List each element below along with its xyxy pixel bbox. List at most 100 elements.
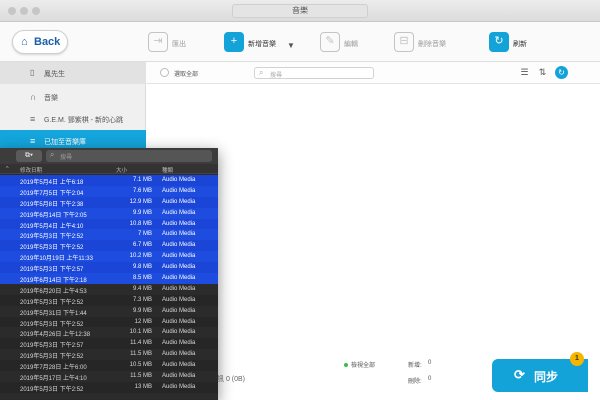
file-kind: Audio Media bbox=[162, 307, 196, 314]
added-value: 0 bbox=[428, 360, 432, 366]
back-button[interactable]: ⌂ Back bbox=[12, 30, 68, 54]
title-bar: 音樂 bbox=[0, 0, 600, 22]
sidebar-item-playlist-gem[interactable]: ≡ G.E.M. 鄧紫棋 - 新的心跳 bbox=[0, 108, 146, 130]
file-date: 2019年5月3日 下午2:52 bbox=[20, 386, 84, 393]
file-row[interactable]: 2019年5月3日 下午2:52 11.5 MB Audio Media bbox=[0, 349, 218, 360]
file-size: 12.9 MB bbox=[129, 198, 152, 205]
column-date[interactable]: 修改日期 bbox=[20, 166, 42, 174]
column-size[interactable]: 大小 bbox=[116, 166, 127, 174]
file-size: 7.6 MB bbox=[132, 187, 152, 194]
add-music-label: 新增音樂 bbox=[248, 41, 276, 48]
delete-label: 刪除音樂 bbox=[418, 41, 446, 48]
file-row[interactable]: 2019年7月28日 上午6:00 10.5 MB Audio Media bbox=[0, 360, 218, 371]
file-date: 2019年5月3日 下午2:52 bbox=[20, 245, 84, 252]
list-header: 選取全部 ⌕ 搜尋 ☰ ⇅ ↻ bbox=[146, 62, 600, 84]
dropbox-menu-button[interactable]: ⧉▾ bbox=[16, 150, 42, 162]
search-input[interactable]: ⌕ 搜尋 bbox=[254, 67, 374, 79]
file-kind: Audio Media bbox=[162, 198, 196, 205]
file-row[interactable]: 2019年6月14日 下午2:05 9.9 MB Audio Media bbox=[0, 207, 218, 219]
sync-label: 同步 bbox=[534, 370, 559, 384]
sidebar-item-music[interactable]: ∩ 音樂 bbox=[0, 86, 146, 108]
file-size: 10.2 MB bbox=[129, 253, 152, 260]
file-kind: Audio Media bbox=[162, 231, 196, 238]
column-kind[interactable]: 種類 bbox=[162, 166, 173, 174]
file-date: 2019年7月28日 上午6:00 bbox=[20, 365, 87, 372]
select-all-checkbox[interactable] bbox=[160, 68, 169, 77]
finder-search-input[interactable]: ⌕ 搜尋 bbox=[46, 150, 212, 162]
sync-status-icon[interactable]: ↻ bbox=[555, 66, 568, 79]
list-view-icon[interactable]: ☰ bbox=[518, 66, 531, 79]
file-date: 2019年6月14日 下午2:05 bbox=[20, 212, 87, 219]
finder-toolbar: ⧉▾ ⌕ 搜尋 bbox=[0, 148, 218, 164]
file-size: 7 MB bbox=[137, 231, 152, 238]
file-date: 2019年5月3日 下午2:52 bbox=[20, 354, 84, 361]
file-date: 2019年5月3日 下午2:57 bbox=[20, 343, 84, 350]
added-status: 新增: bbox=[408, 360, 422, 369]
search-icon: ⌕ bbox=[50, 150, 55, 159]
file-kind: Audio Media bbox=[162, 329, 196, 336]
file-row[interactable]: 2019年5月3日 下午2:52 12 MB Audio Media bbox=[0, 316, 218, 328]
file-kind: Audio Media bbox=[162, 220, 196, 227]
added-label: 新增: bbox=[408, 363, 422, 369]
file-row[interactable]: 2019年5月4日 上午6:18 7.1 MB Audio Media bbox=[0, 175, 218, 186]
window-title: 音樂 bbox=[232, 4, 368, 18]
minimize-window-icon[interactable] bbox=[20, 7, 28, 15]
file-row[interactable]: 2019年5月3日 下午2:52 6.7 MB Audio Media bbox=[0, 240, 218, 251]
file-kind: Audio Media bbox=[162, 285, 196, 292]
file-kind: Audio Media bbox=[162, 242, 196, 249]
file-row[interactable]: 2019年5月8日 下午2:38 12.9 MB Audio Media bbox=[0, 196, 218, 208]
selected-label: 檢視全部 bbox=[351, 363, 376, 369]
file-row[interactable]: 2019年5月3日 下午2:52 7.3 MB Audio Media bbox=[0, 294, 218, 306]
file-date: 2019年5月3日 下午2:52 bbox=[20, 234, 84, 241]
home-icon: ⌂ bbox=[21, 36, 28, 48]
edit-label: 編輯 bbox=[344, 41, 358, 48]
file-date: 2019年6月20日 上午4:53 bbox=[20, 288, 87, 295]
file-row[interactable]: 2019年5月4日 上午4:10 10.8 MB Audio Media bbox=[0, 218, 218, 230]
file-row[interactable]: 2019年5月3日 下午2:57 9.8 MB Audio Media bbox=[0, 262, 218, 273]
file-kind: Audio Media bbox=[162, 318, 196, 325]
file-row[interactable]: 2019年6月20日 上午4:53 9.4 MB Audio Media bbox=[0, 284, 218, 295]
file-size: 11.4 MB bbox=[130, 340, 152, 347]
removed-label: 刪除: bbox=[408, 379, 422, 385]
file-size: 9.9 MB bbox=[132, 307, 152, 314]
file-date: 2019年5月8日 下午2:38 bbox=[20, 201, 84, 208]
export-icon: ⇥ bbox=[148, 32, 168, 52]
file-kind: Audio Media bbox=[162, 275, 196, 282]
file-row[interactable]: 2019年7月5日 下午2:04 7.6 MB Audio Media bbox=[0, 185, 218, 197]
add-music-dropdown-icon[interactable]: ▼ bbox=[287, 41, 295, 50]
file-kind: Audio Media bbox=[162, 177, 196, 183]
sort-icon[interactable]: ⇅ bbox=[536, 66, 549, 79]
finder-file-list: 2019年5月4日 上午6:18 7.1 MB Audio Media 2019年7月… bbox=[0, 175, 218, 393]
file-kind: Audio Media bbox=[162, 264, 196, 271]
playlist-icon: ≡ bbox=[30, 114, 36, 124]
file-size: 6.7 MB bbox=[132, 242, 152, 249]
export-label: 匯出 bbox=[172, 41, 186, 48]
close-window-icon[interactable] bbox=[8, 7, 16, 15]
file-row[interactable]: 2019年5月3日 下午2:57 11.4 MB Audio Media bbox=[0, 338, 218, 349]
file-date: 2019年5月31日 下午1:44 bbox=[20, 310, 87, 317]
file-size: 9.4 MB bbox=[132, 285, 152, 292]
status-dot-icon bbox=[344, 363, 348, 368]
toolbar: ⌂ Back ⇥ 匯出 + 新增音樂 ✎ 編輯 ⊟ 刪除音樂 ↻ 刷新 bbox=[0, 22, 600, 62]
select-all-label: 選取全部 bbox=[174, 72, 199, 78]
file-size: 9.9 MB bbox=[132, 209, 152, 216]
sidebar-device[interactable]: ▯ 鳳先生 bbox=[0, 62, 146, 84]
file-kind: Audio Media bbox=[162, 296, 196, 303]
file-size: 7.3 MB bbox=[132, 296, 152, 303]
file-row[interactable]: 2019年5月3日 下午2:52 13 MB Audio Media bbox=[0, 381, 218, 393]
headphones-icon: ∩ bbox=[30, 92, 37, 102]
file-date: 2019年5月3日 下午2:57 bbox=[20, 267, 84, 274]
file-row[interactable]: 2019年4月26日 上午12:38 10.1 MB Audio Media bbox=[0, 327, 218, 338]
file-row[interactable]: 2019年5月17日 上午4:10 11.5 MB Audio Media bbox=[0, 371, 218, 382]
file-row[interactable]: 2019年6月14日 下午2:18 8.5 MB Audio Media bbox=[0, 273, 218, 284]
finder-search-placeholder: 搜尋 bbox=[60, 155, 73, 161]
file-row[interactable]: 2019年5月31日 下午1:44 9.9 MB Audio Media bbox=[0, 306, 218, 317]
zoom-window-icon[interactable] bbox=[32, 7, 40, 15]
file-date: 2019年5月3日 下午2:52 bbox=[20, 299, 84, 306]
add-music-icon: + bbox=[224, 32, 244, 52]
file-kind: Audio Media bbox=[162, 340, 196, 347]
file-row[interactable]: 2019年10月19日 上午11:33 10.2 MB Audio Media bbox=[0, 251, 218, 262]
sync-badge: 1 bbox=[570, 352, 584, 366]
file-row[interactable]: 2019年5月3日 下午2:52 7 MB Audio Media bbox=[0, 229, 218, 240]
sidebar-item-label: 已加至音樂庫 bbox=[44, 139, 86, 146]
